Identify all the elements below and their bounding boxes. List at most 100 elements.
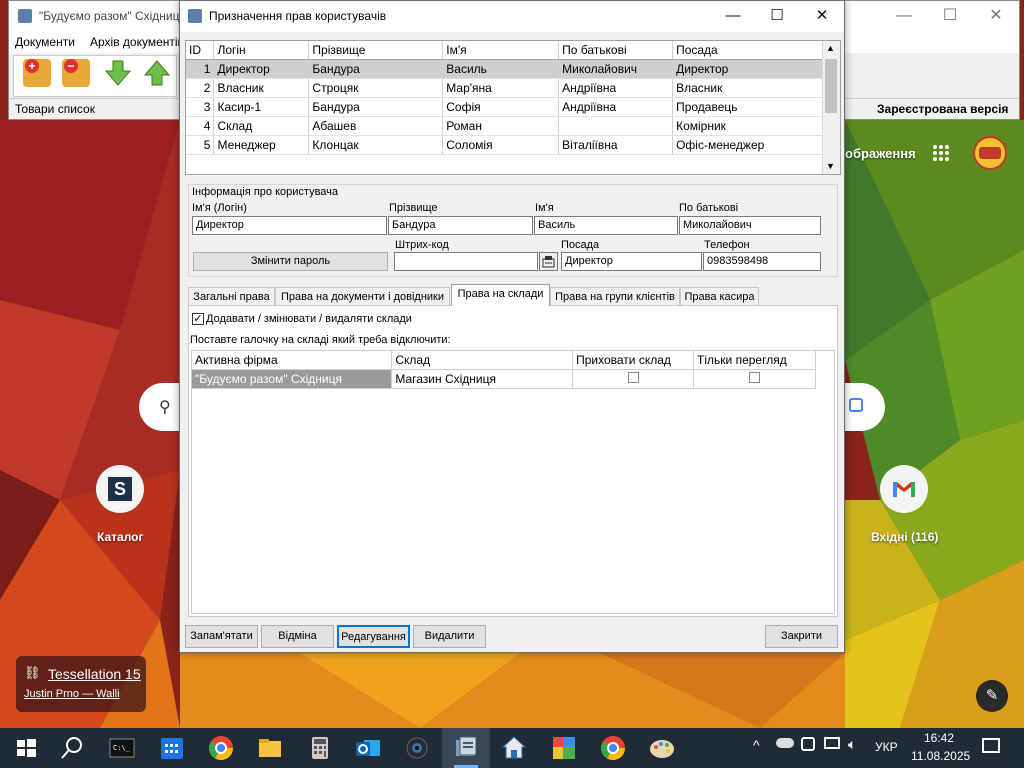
catalog-shortcut-icon[interactable]: S: [96, 465, 144, 513]
login-field[interactable]: Директор: [192, 216, 387, 235]
maximize-icon[interactable]: ☐: [927, 1, 973, 33]
menu-documents[interactable]: Документи: [15, 35, 75, 49]
delete-button[interactable]: Видалити: [413, 625, 486, 648]
view-only-checkbox[interactable]: [749, 372, 761, 383]
position-label: Посада: [561, 239, 600, 251]
taskbar-active-app[interactable]: [442, 728, 490, 768]
clock-date[interactable]: 11.08.2025: [911, 749, 970, 763]
column-header-login[interactable]: Логін: [213, 41, 310, 60]
cell-patronymic: Андріївна: [558, 78, 674, 98]
calculator-icon[interactable]: [306, 734, 334, 762]
outlook-icon[interactable]: [354, 734, 382, 762]
close-icon[interactable]: ✕: [799, 1, 845, 32]
language-indicator[interactable]: УКР: [875, 740, 898, 754]
table-row[interactable]: 1 Директор Бандура Василь Миколайович Ди…: [186, 59, 824, 79]
hide-warehouse-checkbox[interactable]: [627, 372, 639, 383]
start-windows-icon[interactable]: [12, 734, 40, 762]
customize-pencil-icon[interactable]: ✎: [976, 680, 1008, 712]
menu-archive[interactable]: Архів документів: [90, 35, 184, 49]
remove-icon[interactable]: −: [62, 59, 90, 87]
barcode-field[interactable]: [394, 252, 538, 271]
terminal-icon[interactable]: C:\_: [108, 734, 136, 762]
users-grid-scrollbar[interactable]: ▲ ▼: [822, 41, 840, 174]
phone-field[interactable]: 0983598498: [703, 252, 821, 271]
cell-surname: Бандура: [308, 59, 444, 79]
cell-view-only[interactable]: [693, 369, 816, 389]
tab-general-rights[interactable]: Загальні права: [188, 287, 275, 306]
add-icon[interactable]: +: [23, 59, 51, 87]
cell-name: Роман: [442, 116, 560, 136]
patronymic-field[interactable]: Миколайович: [679, 216, 821, 235]
table-row[interactable]: "Будуємо разом" Східниця Магазин Східниц…: [192, 369, 816, 389]
close-icon[interactable]: ✕: [973, 1, 1019, 33]
table-row[interactable]: 5 Менеджер Клонцак Соломія Віталіївна Оф…: [186, 135, 824, 155]
close-button[interactable]: Закрити: [765, 625, 838, 648]
position-field[interactable]: Директор: [561, 252, 702, 271]
column-header-patronymic[interactable]: По батькові: [558, 41, 674, 60]
tab-client-groups-rights[interactable]: Права на групи клієнтів: [550, 287, 680, 306]
wallpaper-info-card[interactable]: ⛓ Tessellation 15 Justin Prno — Walli: [16, 656, 146, 712]
catalog-shortcut-label[interactable]: Каталог: [97, 530, 144, 544]
table-row[interactable]: 2 Власник Строцяк Мар'яна Андріївна Влас…: [186, 78, 824, 98]
column-header-hide-warehouse[interactable]: Приховати склад: [572, 351, 695, 370]
chrome-icon[interactable]: [207, 734, 235, 762]
cancel-button[interactable]: Відміна: [261, 625, 334, 648]
tray-expand-icon[interactable]: ^: [753, 737, 760, 753]
cell-position: Продавець: [672, 97, 824, 117]
edit-warehouses-label[interactable]: Додавати / змінювати / видаляти склади: [206, 313, 412, 325]
upload-icon[interactable]: [143, 59, 171, 87]
minimize-icon[interactable]: —: [710, 1, 756, 32]
download-icon[interactable]: [104, 59, 132, 87]
barcode-generate-icon[interactable]: [539, 252, 558, 271]
tab-warehouse-rights[interactable]: Права на склади: [451, 284, 550, 306]
security-icon[interactable]: [801, 737, 815, 751]
column-header-active-firm[interactable]: Активна фірма: [192, 351, 393, 370]
search-icon[interactable]: [58, 734, 86, 762]
network-icon[interactable]: [824, 737, 840, 749]
column-header-view-only[interactable]: Тільки перегляд: [693, 351, 816, 370]
calendar-icon[interactable]: [158, 734, 186, 762]
column-header-position[interactable]: Посада: [672, 41, 824, 60]
images-link[interactable]: ображення: [845, 146, 916, 161]
webcam-icon[interactable]: [403, 734, 431, 762]
notifications-icon[interactable]: [982, 738, 1000, 753]
column-header-warehouse[interactable]: Склад: [391, 351, 574, 370]
column-header-id[interactable]: ID: [186, 41, 215, 60]
apps-grid-icon[interactable]: [932, 144, 950, 162]
scroll-up-icon[interactable]: ▲: [826, 43, 835, 53]
wallpaper-author[interactable]: Justin Prno — Walli: [24, 688, 120, 700]
edit-warehouses-checkbox[interactable]: ✓: [192, 313, 204, 325]
cell-position: Власник: [672, 78, 824, 98]
warehouse-grid[interactable]: Активна фірма Склад Приховати склад Тіль…: [191, 350, 835, 614]
scroll-down-icon[interactable]: ▼: [826, 161, 835, 171]
surname-field[interactable]: Бандура: [388, 216, 533, 235]
media-app-icon[interactable]: [550, 734, 578, 762]
cell-hide-warehouse[interactable]: [572, 369, 695, 389]
scrollbar-thumb[interactable]: [825, 59, 837, 113]
name-field[interactable]: Василь: [534, 216, 678, 235]
paint-palette-icon[interactable]: [648, 734, 676, 762]
tab-documents-rights[interactable]: Права на документи і довідники: [275, 287, 450, 306]
tab-cashier-rights[interactable]: Права касира: [680, 287, 759, 306]
cell-position: Директор: [672, 59, 824, 79]
edit-button[interactable]: Редагування: [337, 625, 410, 648]
minimize-icon[interactable]: —: [881, 1, 927, 33]
volume-icon[interactable]: 🔈︎: [848, 736, 856, 753]
save-button[interactable]: Запам'ятати: [185, 625, 258, 648]
wallpaper-title[interactable]: Tessellation 15: [48, 666, 141, 682]
file-explorer-icon[interactable]: [256, 734, 284, 762]
onedrive-cloud-icon[interactable]: [776, 738, 794, 748]
maximize-icon[interactable]: ☐: [754, 1, 800, 32]
users-grid[interactable]: ID Логін Прізвище Ім'я По батькові Посад…: [185, 40, 841, 175]
table-row[interactable]: 4 Склад Абашев Роман Комірник: [186, 116, 824, 136]
column-header-name[interactable]: Ім'я: [442, 41, 560, 60]
gmail-shortcut-label[interactable]: Вхідні (116): [871, 530, 938, 544]
home-app-icon[interactable]: [500, 734, 528, 762]
clock-time[interactable]: 16:42: [924, 731, 954, 745]
change-password-button[interactable]: Змінити пароль: [193, 252, 388, 271]
column-header-surname[interactable]: Прізвище: [308, 41, 444, 60]
table-row[interactable]: 3 Касир-1 Бандура Софія Андріївна Продав…: [186, 97, 824, 117]
profile-avatar-icon[interactable]: [973, 136, 1007, 170]
gmail-shortcut-icon[interactable]: [880, 465, 928, 513]
chrome-profile-icon[interactable]: [599, 734, 627, 762]
